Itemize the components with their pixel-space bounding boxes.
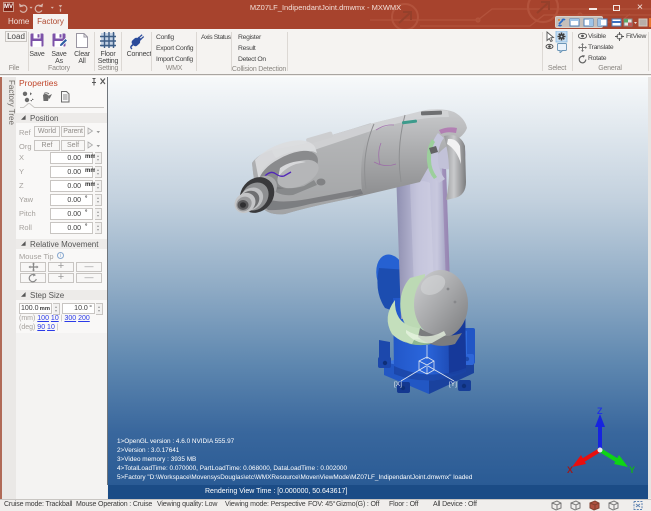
svg-text:[Y]: [Y]	[449, 381, 457, 388]
svg-text:Y: Y	[629, 465, 635, 475]
svg-text:2>Version : 3.0.17641: 2>Version : 3.0.17641	[117, 447, 180, 454]
svg-text:4>TotalLoadTime: 0.070000, Par: 4>TotalLoadTime: 0.070000, PartLoadTime:…	[117, 465, 347, 472]
svg-text:5>Factory "D:\Workspace\Movens: 5>Factory "D:\Workspace\MovensysDouglas\…	[117, 474, 473, 481]
svg-text:[X]: [X]	[394, 381, 402, 388]
svg-text:3>Video memory : 3935 MB: 3>Video memory : 3935 MB	[117, 456, 196, 463]
svg-text:X: X	[567, 465, 573, 475]
svg-text:1>OpenGL version : 4.6.0 NVIDI: 1>OpenGL version : 4.6.0 NVIDIA 555.97	[117, 438, 235, 445]
svg-text:Z: Z	[597, 406, 603, 416]
